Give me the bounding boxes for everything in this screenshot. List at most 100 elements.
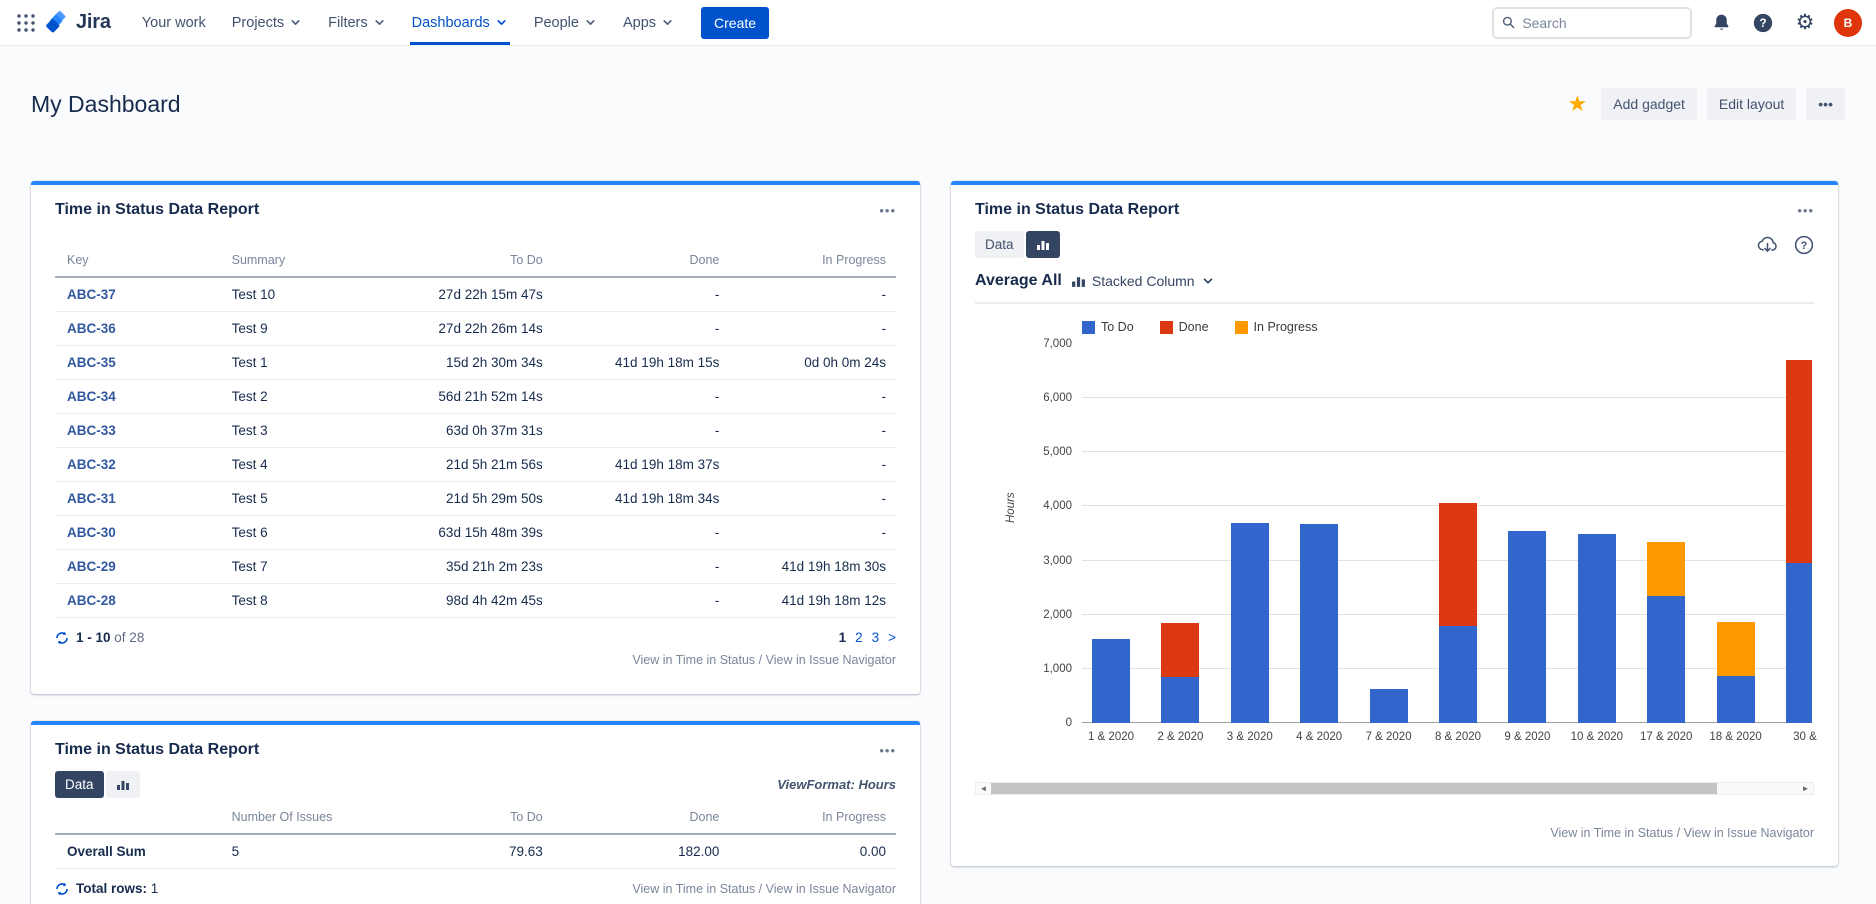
view-in-issue-navigator-link[interactable]: View in Issue Navigator [766,653,896,667]
chart-help-icon[interactable]: ? [1794,235,1814,255]
user-avatar[interactable]: B [1834,9,1862,37]
pagination-page-2[interactable]: 2 [855,630,863,645]
nav-item-label: People [534,15,579,31]
cell-done: - [543,550,720,584]
chart-view-tab[interactable] [106,771,140,798]
issue-key-link[interactable]: ABC-36 [67,321,116,336]
view-in-time-in-status-link[interactable]: View in Time in Status [632,653,755,667]
chart-legend: To DoDoneIn Progress [1082,320,1317,334]
nav-item-people[interactable]: People [532,0,599,45]
refresh-icon[interactable] [55,631,69,645]
x-tick-label: 4 & 2020 [1279,731,1359,743]
chart-horizontal-scrollbar[interactable]: ◄ ► [975,782,1814,795]
issue-key-link[interactable]: ABC-29 [67,559,116,574]
dashboard-main: My Dashboard ★ Add gadget Edit layout ••… [0,46,1876,904]
cell-to-do: 21d 5h 21m 56s [417,448,543,482]
x-tick-label: 17 & 2020 [1626,731,1706,743]
issue-key-link[interactable]: ABC-35 [67,355,116,370]
nav-item-your-work[interactable]: Your work [140,0,208,45]
add-gadget-button[interactable]: Add gadget [1601,88,1697,120]
favorite-star-icon[interactable]: ★ [1568,93,1588,115]
bar-segment-to-do [1370,689,1408,723]
cell-key[interactable]: ABC-37 [55,277,232,312]
edit-layout-button[interactable]: Edit layout [1707,88,1796,120]
chart-view-tab[interactable] [1026,231,1060,258]
gadget-more-button[interactable]: ••• [1797,203,1814,218]
scrollbar-thumb[interactable] [991,783,1717,794]
chevron-down-icon [289,16,302,29]
data-view-tab[interactable]: Data [55,771,104,798]
download-chart-icon[interactable] [1757,235,1778,255]
search-input[interactable] [1522,15,1682,31]
issue-key-link[interactable]: ABC-37 [67,287,116,302]
issue-key-link[interactable]: ABC-34 [67,389,116,404]
view-in-issue-navigator-link[interactable]: View in Issue Navigator [1684,826,1814,840]
cell-key[interactable]: ABC-32 [55,448,232,482]
notifications-bell-icon[interactable] [1708,10,1734,36]
scrollbar-track[interactable] [991,783,1798,794]
cell-key[interactable]: ABC-33 [55,414,232,448]
gadget-more-button[interactable]: ••• [879,743,896,758]
cell-summary: Test 8 [232,584,417,618]
cell-key[interactable]: ABC-35 [55,346,232,380]
column-header-to-do: To Do [417,253,543,277]
cell-key[interactable]: ABC-30 [55,516,232,550]
issue-key-link[interactable]: ABC-30 [67,525,116,540]
chart-plot-area [1082,344,1812,723]
cell-key[interactable]: ABC-34 [55,380,232,414]
y-axis-title: Hours [1005,492,1017,523]
view-in-issue-navigator-link[interactable]: View in Issue Navigator [766,882,896,896]
total-rows-label: Total rows: [76,881,147,896]
y-tick-label: 7,000 [975,338,1072,350]
nav-item-label: Projects [232,15,284,31]
cell-key[interactable]: ABC-31 [55,482,232,516]
view-in-time-in-status-link[interactable]: View in Time in Status [1550,826,1673,840]
x-tick-label: 7 & 2020 [1349,731,1429,743]
data-view-tab[interactable]: Data [975,231,1024,258]
issue-key-link[interactable]: ABC-33 [67,423,116,438]
nav-item-dashboards[interactable]: Dashboards [410,0,510,45]
nav-item-label: Apps [623,15,656,31]
pagination-pages: 123 [839,630,880,645]
issue-key-link[interactable]: ABC-32 [67,457,116,472]
cell-in-progress: 0.00 [719,834,896,869]
bar-segment-to-do [1508,531,1546,723]
nav-item-projects[interactable]: Projects [230,0,304,45]
nav-item-filters[interactable]: Filters [326,0,387,45]
column-header-in-progress: In Progress [719,810,896,834]
refresh-icon[interactable] [55,882,69,896]
issue-key-link[interactable]: ABC-31 [67,491,116,506]
cell-in-progress: - [719,482,896,516]
help-icon[interactable]: ? [1750,10,1776,36]
sum-table-header-row: Number Of IssuesTo DoDoneIn Progress [55,810,896,834]
cell-summary: Test 5 [232,482,417,516]
x-tick-label: 9 & 2020 [1487,731,1567,743]
dashboard-header: My Dashboard ★ Add gadget Edit layout ••… [31,88,1845,120]
pagination-next[interactable]: > [888,630,896,645]
cell-key[interactable]: ABC-36 [55,312,232,346]
bar-segment-to-do [1161,677,1199,723]
scroll-right-arrow-icon[interactable]: ► [1798,782,1813,795]
app-switcher-icon[interactable] [10,7,42,39]
jira-logo[interactable]: Jira [42,11,121,35]
search-box[interactable] [1492,7,1692,39]
cell-summary: Test 10 [232,277,417,312]
nav-item-apps[interactable]: Apps [621,0,676,45]
y-tick-label: 6,000 [975,392,1072,404]
cell-in-progress: - [719,312,896,346]
gadget-more-button[interactable]: ••• [879,203,896,218]
view-in-time-in-status-link[interactable]: View in Time in Status [632,882,755,896]
x-tick-label: 3 & 2020 [1210,731,1290,743]
cell-key[interactable]: ABC-29 [55,550,232,584]
cell-done: 41d 19h 18m 34s [543,482,720,516]
issue-key-link[interactable]: ABC-28 [67,593,116,608]
create-button[interactable]: Create [701,7,769,39]
bar-segment-done [1161,623,1199,677]
scroll-left-arrow-icon[interactable]: ◄ [976,782,991,795]
bar-chart-icon [1036,238,1050,251]
settings-gear-icon[interactable]: ⚙ [1792,10,1818,36]
chart-type-dropdown[interactable]: Stacked Column [1071,273,1215,289]
cell-key[interactable]: ABC-28 [55,584,232,618]
pagination-page-3[interactable]: 3 [872,630,880,645]
dashboard-more-button[interactable]: ••• [1806,88,1845,120]
